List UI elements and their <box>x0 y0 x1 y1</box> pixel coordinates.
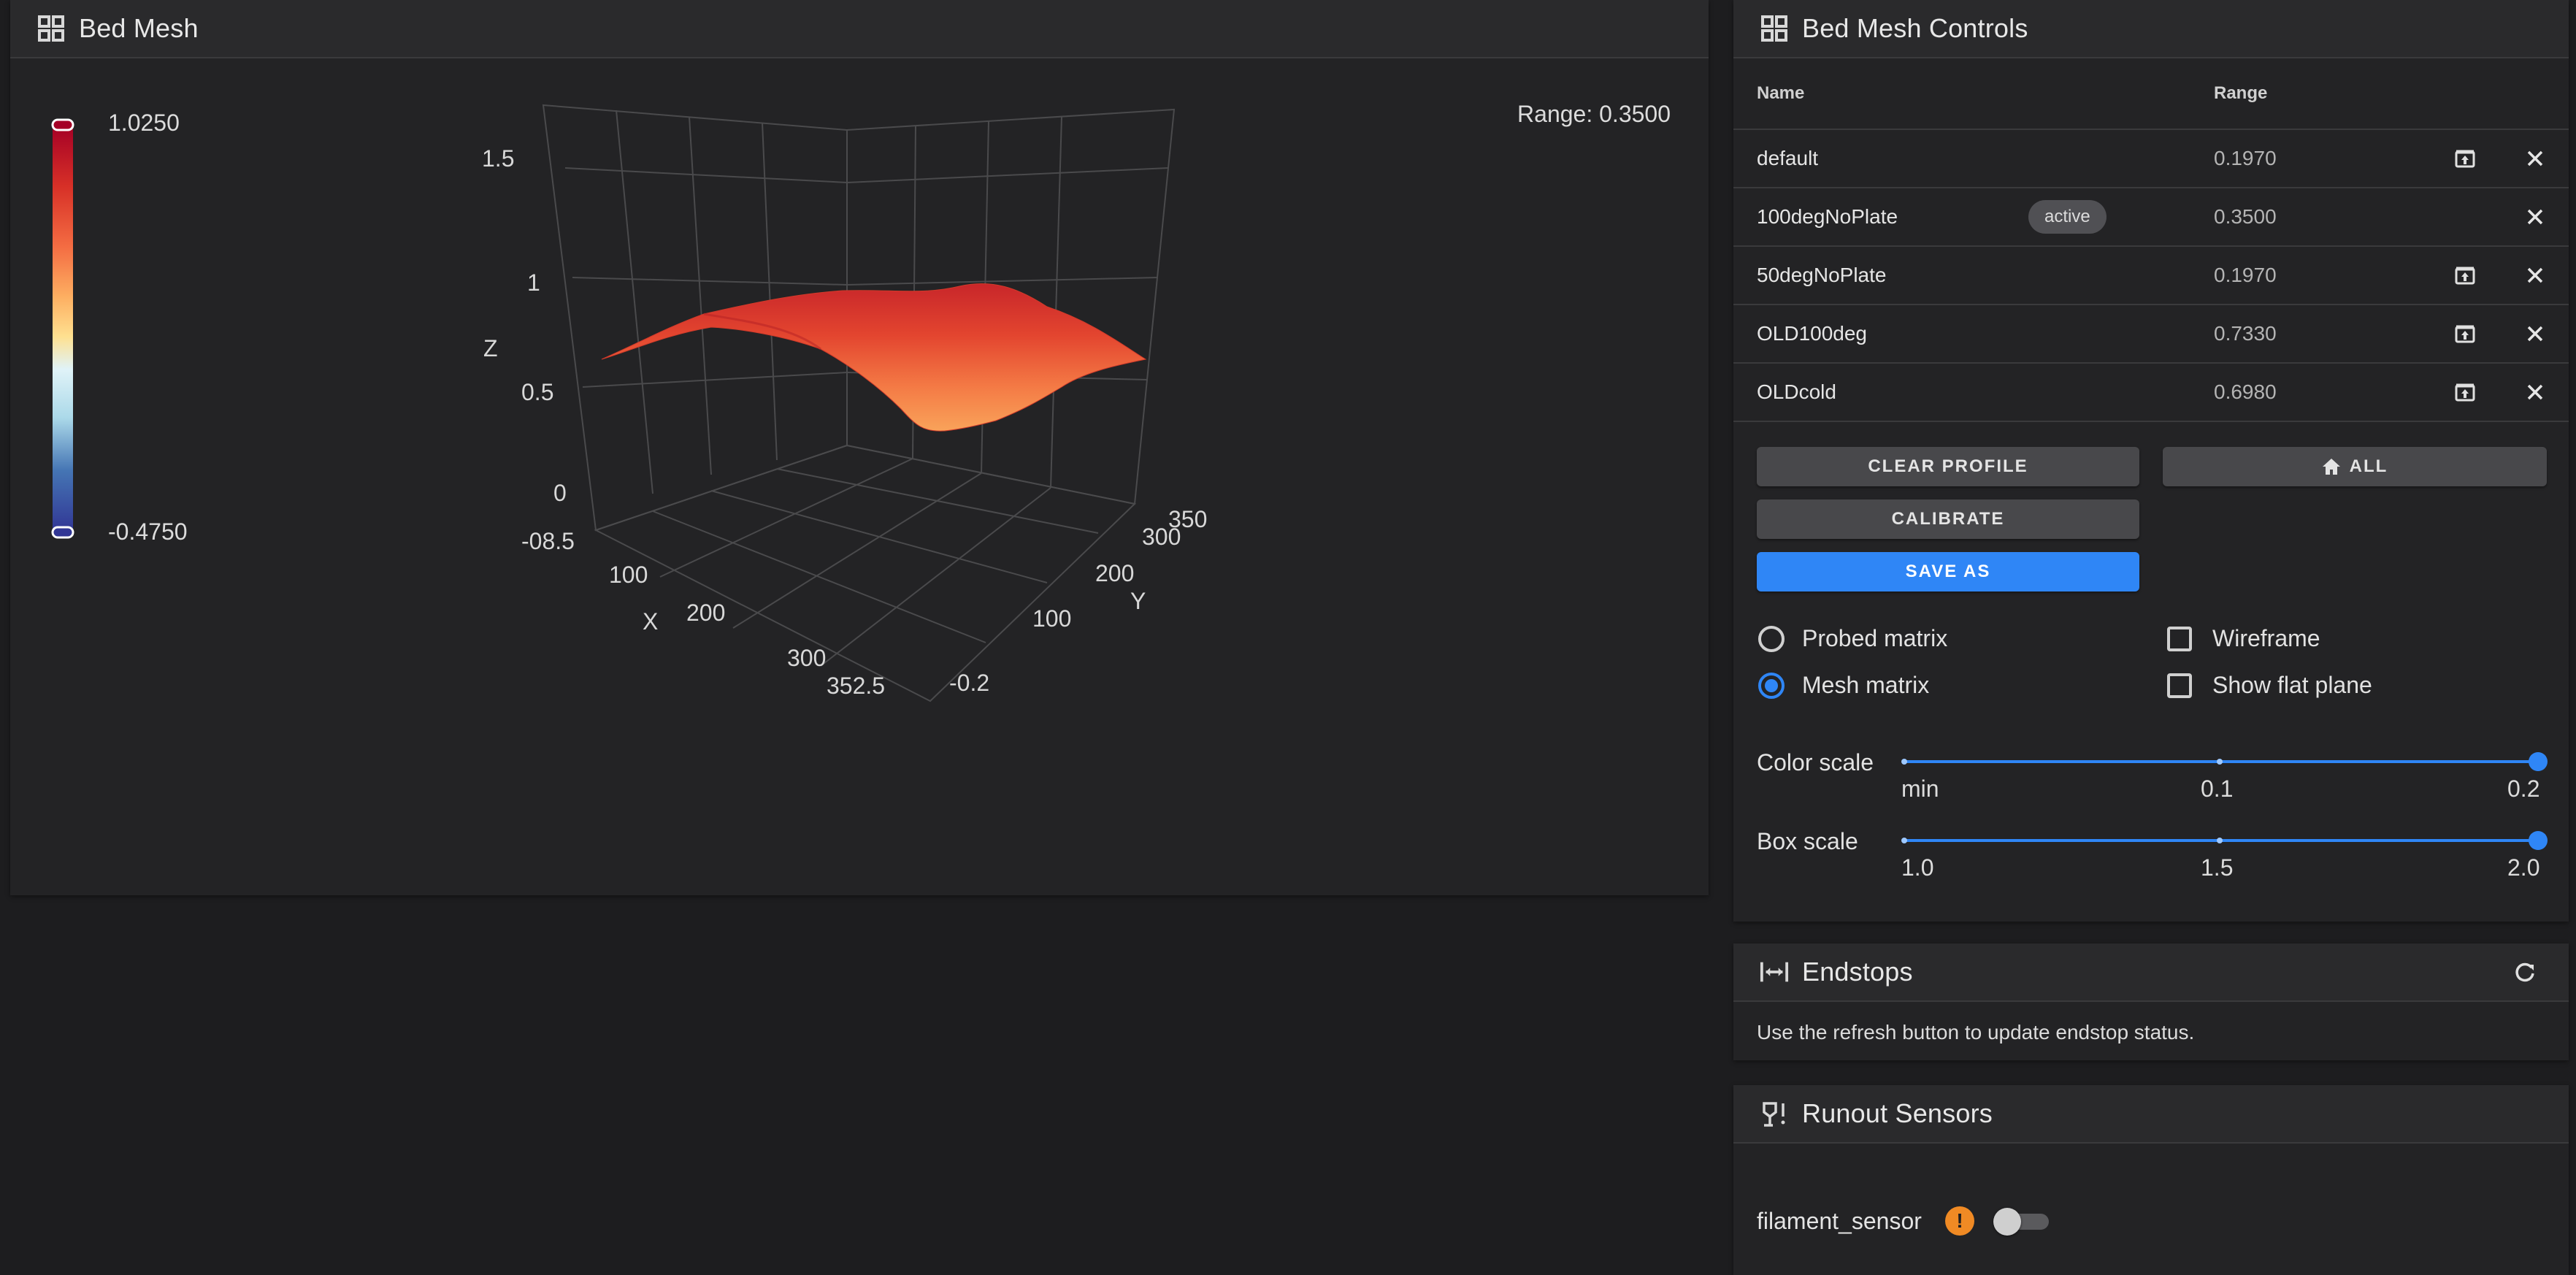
runout-sensor-icon <box>1760 1099 1789 1128</box>
z-tick-1: 1 <box>527 269 540 296</box>
profile-row[interactable]: OLDcold 0.6980 <box>1733 364 2569 422</box>
delete-profile-icon[interactable] <box>2521 378 2550 407</box>
color-scale-tick-mid: 0.1 <box>2201 776 2234 802</box>
endstops-card: Endstops Use the refresh button to updat… <box>1733 943 2569 1060</box>
wireframe-option[interactable]: Wireframe <box>2167 625 2320 652</box>
x-tick-352-5: 352.5 <box>827 673 885 699</box>
z-tick-1-5: 1.5 <box>482 145 514 172</box>
profile-range: 0.1970 <box>2214 147 2277 169</box>
y-tick-300: 300 <box>1142 524 1181 550</box>
endstops-icon <box>1760 957 1789 987</box>
load-profile-icon[interactable] <box>2450 378 2480 407</box>
mesh-matrix-option[interactable]: Mesh matrix <box>1758 672 1929 699</box>
home-icon <box>2322 458 2341 475</box>
probed-matrix-radio[interactable] <box>1758 625 1785 652</box>
load-profile-icon[interactable] <box>2450 261 2480 290</box>
z-tick-0: 0 <box>553 480 567 506</box>
box-scale-tick-mid: 1.5 <box>2201 854 2234 881</box>
save-as-button[interactable]: SAVE AS <box>1757 552 2139 591</box>
runout-header: Runout Sensors <box>1733 1085 2569 1144</box>
probed-matrix-option[interactable]: Probed matrix <box>1758 625 1947 652</box>
profile-range: 0.1970 <box>2214 264 2277 286</box>
plot-grid <box>542 104 1176 702</box>
refresh-icon[interactable] <box>2510 958 2539 987</box>
color-scale-tick-min: min <box>1901 776 1939 802</box>
show-flat-plane-label: Show flat plane <box>2212 672 2372 698</box>
controls-title: Bed Mesh Controls <box>1802 13 2028 43</box>
wireframe-checkbox[interactable] <box>2167 626 2192 651</box>
bed-mesh-body: Range: 0.3500 1.0250 -0.4750 1.5 1 0.5 0… <box>10 58 1709 895</box>
z-axis-label: Z <box>483 335 498 361</box>
profile-row[interactable]: 100degNoPlate active 0.3500 <box>1733 188 2569 247</box>
y-axis-label: Y <box>1130 588 1146 614</box>
endstops-message: Use the refresh button to update endstop… <box>1757 1021 2195 1044</box>
box-scale-tick-max: 2.0 <box>2507 854 2540 881</box>
color-scale-tick-max: 0.2 <box>2507 776 2540 802</box>
calibrate-button[interactable]: CALIBRATE <box>1757 499 2139 539</box>
clear-profile-button[interactable]: CLEAR PROFILE <box>1757 447 2139 486</box>
column-name: Name <box>1757 83 1805 103</box>
show-flat-plane-checkbox[interactable] <box>2167 673 2192 698</box>
box-scale-tick-min: 1.0 <box>1901 854 1934 881</box>
profile-name: OLD100deg <box>1757 322 1868 345</box>
x-tick-200: 200 <box>686 600 725 626</box>
runout-title: Runout Sensors <box>1802 1098 1993 1128</box>
y-tick-200: 200 <box>1095 560 1134 586</box>
mesh-3d-plot[interactable]: 1.5 1 0.5 0 Z -08.5 100 200 300 352.5 X … <box>10 0 1709 895</box>
box-scale-label: Box scale <box>1757 828 1858 854</box>
delete-profile-icon[interactable] <box>2521 202 2550 231</box>
warning-icon: ! <box>1945 1206 1974 1236</box>
profile-name: 100degNoPlate <box>1757 205 1898 228</box>
profile-row[interactable]: 50degNoPlate 0.1970 <box>1733 247 2569 305</box>
endstops-title: Endstops <box>1802 957 1913 987</box>
delete-profile-icon[interactable] <box>2521 144 2550 173</box>
x-tick-300: 300 <box>787 645 826 671</box>
home-all-label: ALL <box>2349 456 2388 476</box>
sensor-name: filament_sensor <box>1757 1208 1922 1234</box>
profile-name: default <box>1757 147 1819 169</box>
profile-row[interactable]: OLD100deg 0.7330 <box>1733 305 2569 364</box>
load-profile-icon[interactable] <box>2450 144 2480 173</box>
box-scale-thumb[interactable] <box>2529 831 2548 850</box>
active-badge: active <box>2028 200 2107 234</box>
profile-range: 0.6980 <box>2214 380 2277 403</box>
table-header: Name Range <box>1733 58 2569 130</box>
sensor-enable-toggle[interactable] <box>1993 1208 2052 1236</box>
profiles-table: Name Range default 0.1970 100degNoPlate act… <box>1733 58 2569 422</box>
controls-header: Bed Mesh Controls <box>1733 0 2569 58</box>
profile-name: OLDcold <box>1757 380 1836 403</box>
mesh-matrix-radio[interactable] <box>1758 672 1785 699</box>
load-profile-icon[interactable] <box>2450 319 2480 348</box>
wireframe-label: Wireframe <box>2212 625 2320 651</box>
column-range: Range <box>2214 83 2268 103</box>
profile-range: 0.7330 <box>2214 322 2277 345</box>
y-tick-100: 100 <box>1032 605 1071 632</box>
profile-range: 0.3500 <box>2214 205 2277 228</box>
mesh-matrix-label: Mesh matrix <box>1802 672 1930 698</box>
probed-matrix-label: Probed matrix <box>1802 625 1948 651</box>
x-tick-100: 100 <box>609 562 648 588</box>
color-scale-label: Color scale <box>1757 749 1874 776</box>
corner-left-label: -08.5 <box>521 528 575 554</box>
profile-name: 50degNoPlate <box>1757 264 1887 286</box>
grid-icon <box>1760 14 1789 43</box>
corner-bottom-label: -0.2 <box>949 670 989 696</box>
endstops-header: Endstops <box>1733 943 2569 1002</box>
delete-profile-icon[interactable] <box>2521 319 2550 348</box>
bed-mesh-card: Bed Mesh Range: 0.3500 1.0250 -0.4750 1.… <box>10 0 1709 895</box>
bed-mesh-controls-card: Bed Mesh Controls Name Range default 0.19… <box>1733 0 2569 922</box>
z-tick-0-5: 0.5 <box>521 379 553 405</box>
delete-profile-icon[interactable] <box>2521 261 2550 290</box>
profile-row[interactable]: default 0.1970 <box>1733 130 2569 188</box>
show-flat-plane-option[interactable]: Show flat plane <box>2167 672 2372 699</box>
mesh-surface <box>601 283 1147 432</box>
x-axis-label: X <box>643 608 658 635</box>
color-scale-thumb[interactable] <box>2529 752 2548 771</box>
runout-sensors-card: Runout Sensors filament_sensor ! <box>1733 1085 2569 1275</box>
home-all-button[interactable]: ALL <box>2163 447 2547 486</box>
